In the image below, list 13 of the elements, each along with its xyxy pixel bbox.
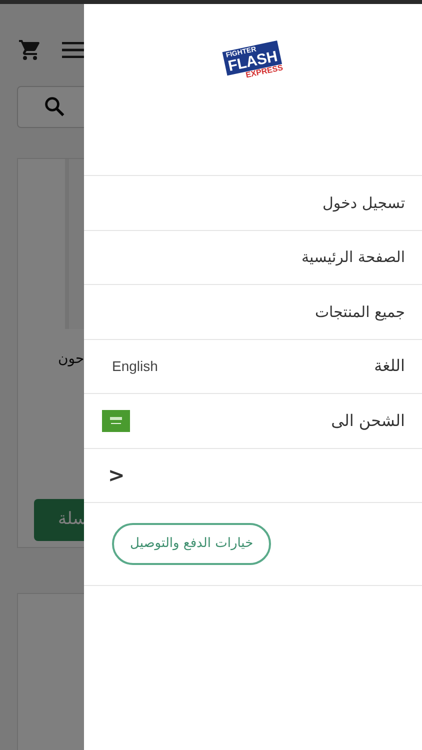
product-title: حون	[58, 350, 84, 369]
flag-icon[interactable]	[102, 410, 130, 432]
menu-link[interactable]: تسجيل دخول	[322, 192, 405, 214]
language-label: اللغة	[374, 355, 405, 378]
language-link[interactable]: English	[112, 356, 158, 377]
search-icon	[44, 96, 66, 118]
menu-link[interactable]: جميع المنتجات	[314, 300, 405, 323]
cart-icon[interactable]	[18, 38, 42, 62]
shipping-label: الشحن الى	[331, 410, 405, 432]
payment-delivery-button[interactable]: خيارات الدفع والتوصيل	[112, 523, 272, 565]
menu-icon[interactable]	[62, 42, 84, 58]
back-button[interactable]: <	[108, 460, 125, 490]
menu-link[interactable]: الصفحة الرئيسية	[302, 246, 405, 268]
